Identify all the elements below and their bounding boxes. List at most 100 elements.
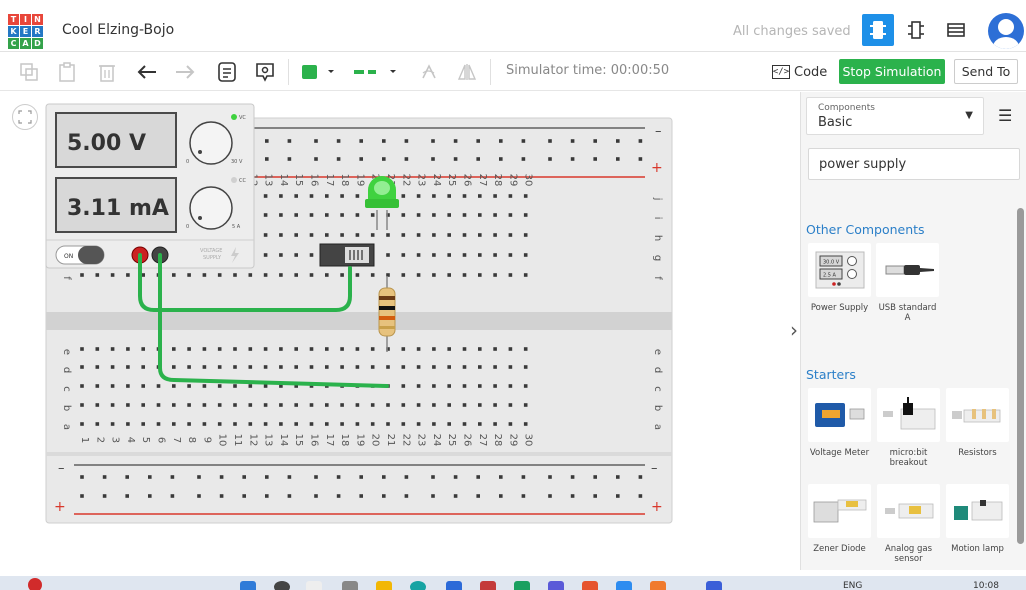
breadboard-hole[interactable] <box>370 365 375 369</box>
breadboard-hole[interactable] <box>462 365 467 369</box>
browser-icon[interactable] <box>410 581 426 590</box>
breadboard-hole[interactable] <box>478 422 482 426</box>
component-tile-power-supply[interactable]: 30.0 V 2.5 A Power Supply <box>808 243 871 313</box>
breadboard-hole[interactable] <box>233 384 237 388</box>
voltage-knob[interactable] <box>189 121 233 165</box>
breadboard-hole[interactable] <box>401 253 406 257</box>
breadboard-hole[interactable] <box>416 384 421 388</box>
breadboard-hole[interactable] <box>233 403 237 407</box>
breadboard-hole[interactable] <box>325 194 329 198</box>
breadboard-hole[interactable] <box>279 273 283 277</box>
breadboard-hole[interactable] <box>508 403 513 407</box>
breadboard-hole[interactable] <box>416 194 421 198</box>
taskbar-app-icon[interactable] <box>616 581 632 590</box>
breadboard-hole[interactable] <box>340 403 344 407</box>
breadboard-hole[interactable] <box>265 475 269 479</box>
breadboard-hole[interactable] <box>404 494 409 498</box>
breadboard-hole[interactable] <box>432 365 436 369</box>
breadboard-hole[interactable] <box>265 494 269 498</box>
breadboard-hole[interactable] <box>593 475 597 479</box>
breadboard-hole[interactable] <box>447 233 451 237</box>
breadboard-hole[interactable] <box>638 139 643 143</box>
breadboard-hole[interactable] <box>314 139 318 143</box>
breadboard-hole[interactable] <box>453 157 458 161</box>
breadboard-hole[interactable] <box>570 139 575 143</box>
breadboard-hole[interactable] <box>493 403 497 407</box>
breadboard-hole[interactable] <box>478 233 482 237</box>
breadboard-hole[interactable] <box>309 194 314 198</box>
breadboard-hole[interactable] <box>462 213 467 217</box>
breadboard-hole[interactable] <box>187 403 191 407</box>
breadboard-hole[interactable] <box>355 194 360 198</box>
breadboard-hole[interactable] <box>219 494 224 498</box>
breadboard-hole[interactable] <box>156 422 161 426</box>
breadboard-hole[interactable] <box>340 422 344 426</box>
breadboard-hole[interactable] <box>508 422 513 426</box>
breadboard-hole[interactable] <box>355 365 360 369</box>
project-title[interactable]: Cool Elzing-Bojo <box>62 22 174 38</box>
send-to-button[interactable]: Send To <box>954 59 1018 84</box>
breadboard-hole[interactable] <box>202 384 207 388</box>
breadboard-hole[interactable] <box>386 365 390 369</box>
redo-icon[interactable] <box>172 59 198 85</box>
breadboard-hole[interactable] <box>242 475 246 479</box>
breadboard-hole[interactable] <box>187 384 191 388</box>
breadboard-hole[interactable] <box>170 494 175 498</box>
breadboard-hole[interactable] <box>187 422 191 426</box>
breadboard-hole[interactable] <box>593 139 597 143</box>
breadboard-hole[interactable] <box>325 273 329 277</box>
breadboard-hole[interactable] <box>294 365 298 369</box>
breadboard-hole[interactable] <box>110 347 115 351</box>
breadboard-hole[interactable] <box>382 475 386 479</box>
breadboard-hole[interactable] <box>401 233 406 237</box>
breadboard-hole[interactable] <box>447 403 451 407</box>
breadboard-hole[interactable] <box>309 347 314 351</box>
breadboard-hole[interactable] <box>386 422 390 426</box>
schematic-view-button[interactable] <box>900 14 932 46</box>
taskbar-app-icon[interactable] <box>306 581 322 590</box>
breadboard-hole[interactable] <box>95 365 100 369</box>
notes-icon[interactable] <box>214 59 240 85</box>
breadboard-hole[interactable] <box>355 213 360 217</box>
breadboard-hole[interactable] <box>508 347 513 351</box>
breadboard-hole[interactable] <box>523 422 528 426</box>
breadboard-hole[interactable] <box>125 475 129 479</box>
breadboard-hole[interactable] <box>523 253 528 257</box>
breadboard-hole[interactable] <box>263 253 268 257</box>
breadboard-hole[interactable] <box>476 157 480 161</box>
breadboard-hole[interactable] <box>126 273 130 277</box>
breadboard-hole[interactable] <box>172 365 176 369</box>
breadboard-hole[interactable] <box>170 475 175 479</box>
breadboard-hole[interactable] <box>80 347 84 351</box>
breadboard-hole[interactable] <box>126 365 130 369</box>
starter-tile-voltage-meter[interactable]: Voltage Meter <box>808 388 871 458</box>
code-button[interactable]: </> Code <box>768 60 831 84</box>
breadboard-hole[interactable] <box>453 494 458 498</box>
mail-icon[interactable] <box>480 581 496 590</box>
breadboard-hole[interactable] <box>294 253 298 257</box>
breadboard-hole[interactable] <box>309 365 314 369</box>
breadboard-hole[interactable] <box>287 494 292 498</box>
breadboard-hole[interactable] <box>233 422 237 426</box>
breadboard-hole[interactable] <box>172 422 176 426</box>
clock[interactable]: 10:08 <box>973 581 999 590</box>
breadboard-hole[interactable] <box>309 213 314 217</box>
component-search-input[interactable] <box>808 148 1020 180</box>
breadboard-hole[interactable] <box>248 403 253 407</box>
breadboard-hole[interactable] <box>265 139 269 143</box>
breadboard-hole[interactable] <box>416 365 421 369</box>
breadboard-hole[interactable] <box>355 422 360 426</box>
circuit-view-button[interactable] <box>862 14 894 46</box>
breadboard-hole[interactable] <box>570 494 575 498</box>
breadboard-hole[interactable] <box>217 384 222 388</box>
breadboard-hole[interactable] <box>593 157 597 161</box>
breadboard-hole[interactable] <box>478 365 482 369</box>
components-dropdown[interactable]: Components Basic ▼ <box>806 97 984 135</box>
breadboard-hole[interactable] <box>202 422 207 426</box>
circuit-canvas[interactable]: – + – + – + 1122334455667788991010111112… <box>0 92 800 570</box>
breadboard-hole[interactable] <box>386 253 390 257</box>
breadboard-hole[interactable] <box>197 475 201 479</box>
collapse-panel-icon[interactable]: › <box>790 318 798 342</box>
breadboard-hole[interactable] <box>219 475 224 479</box>
starter-tile-microbit[interactable]: micro:bit breakout <box>877 388 940 468</box>
